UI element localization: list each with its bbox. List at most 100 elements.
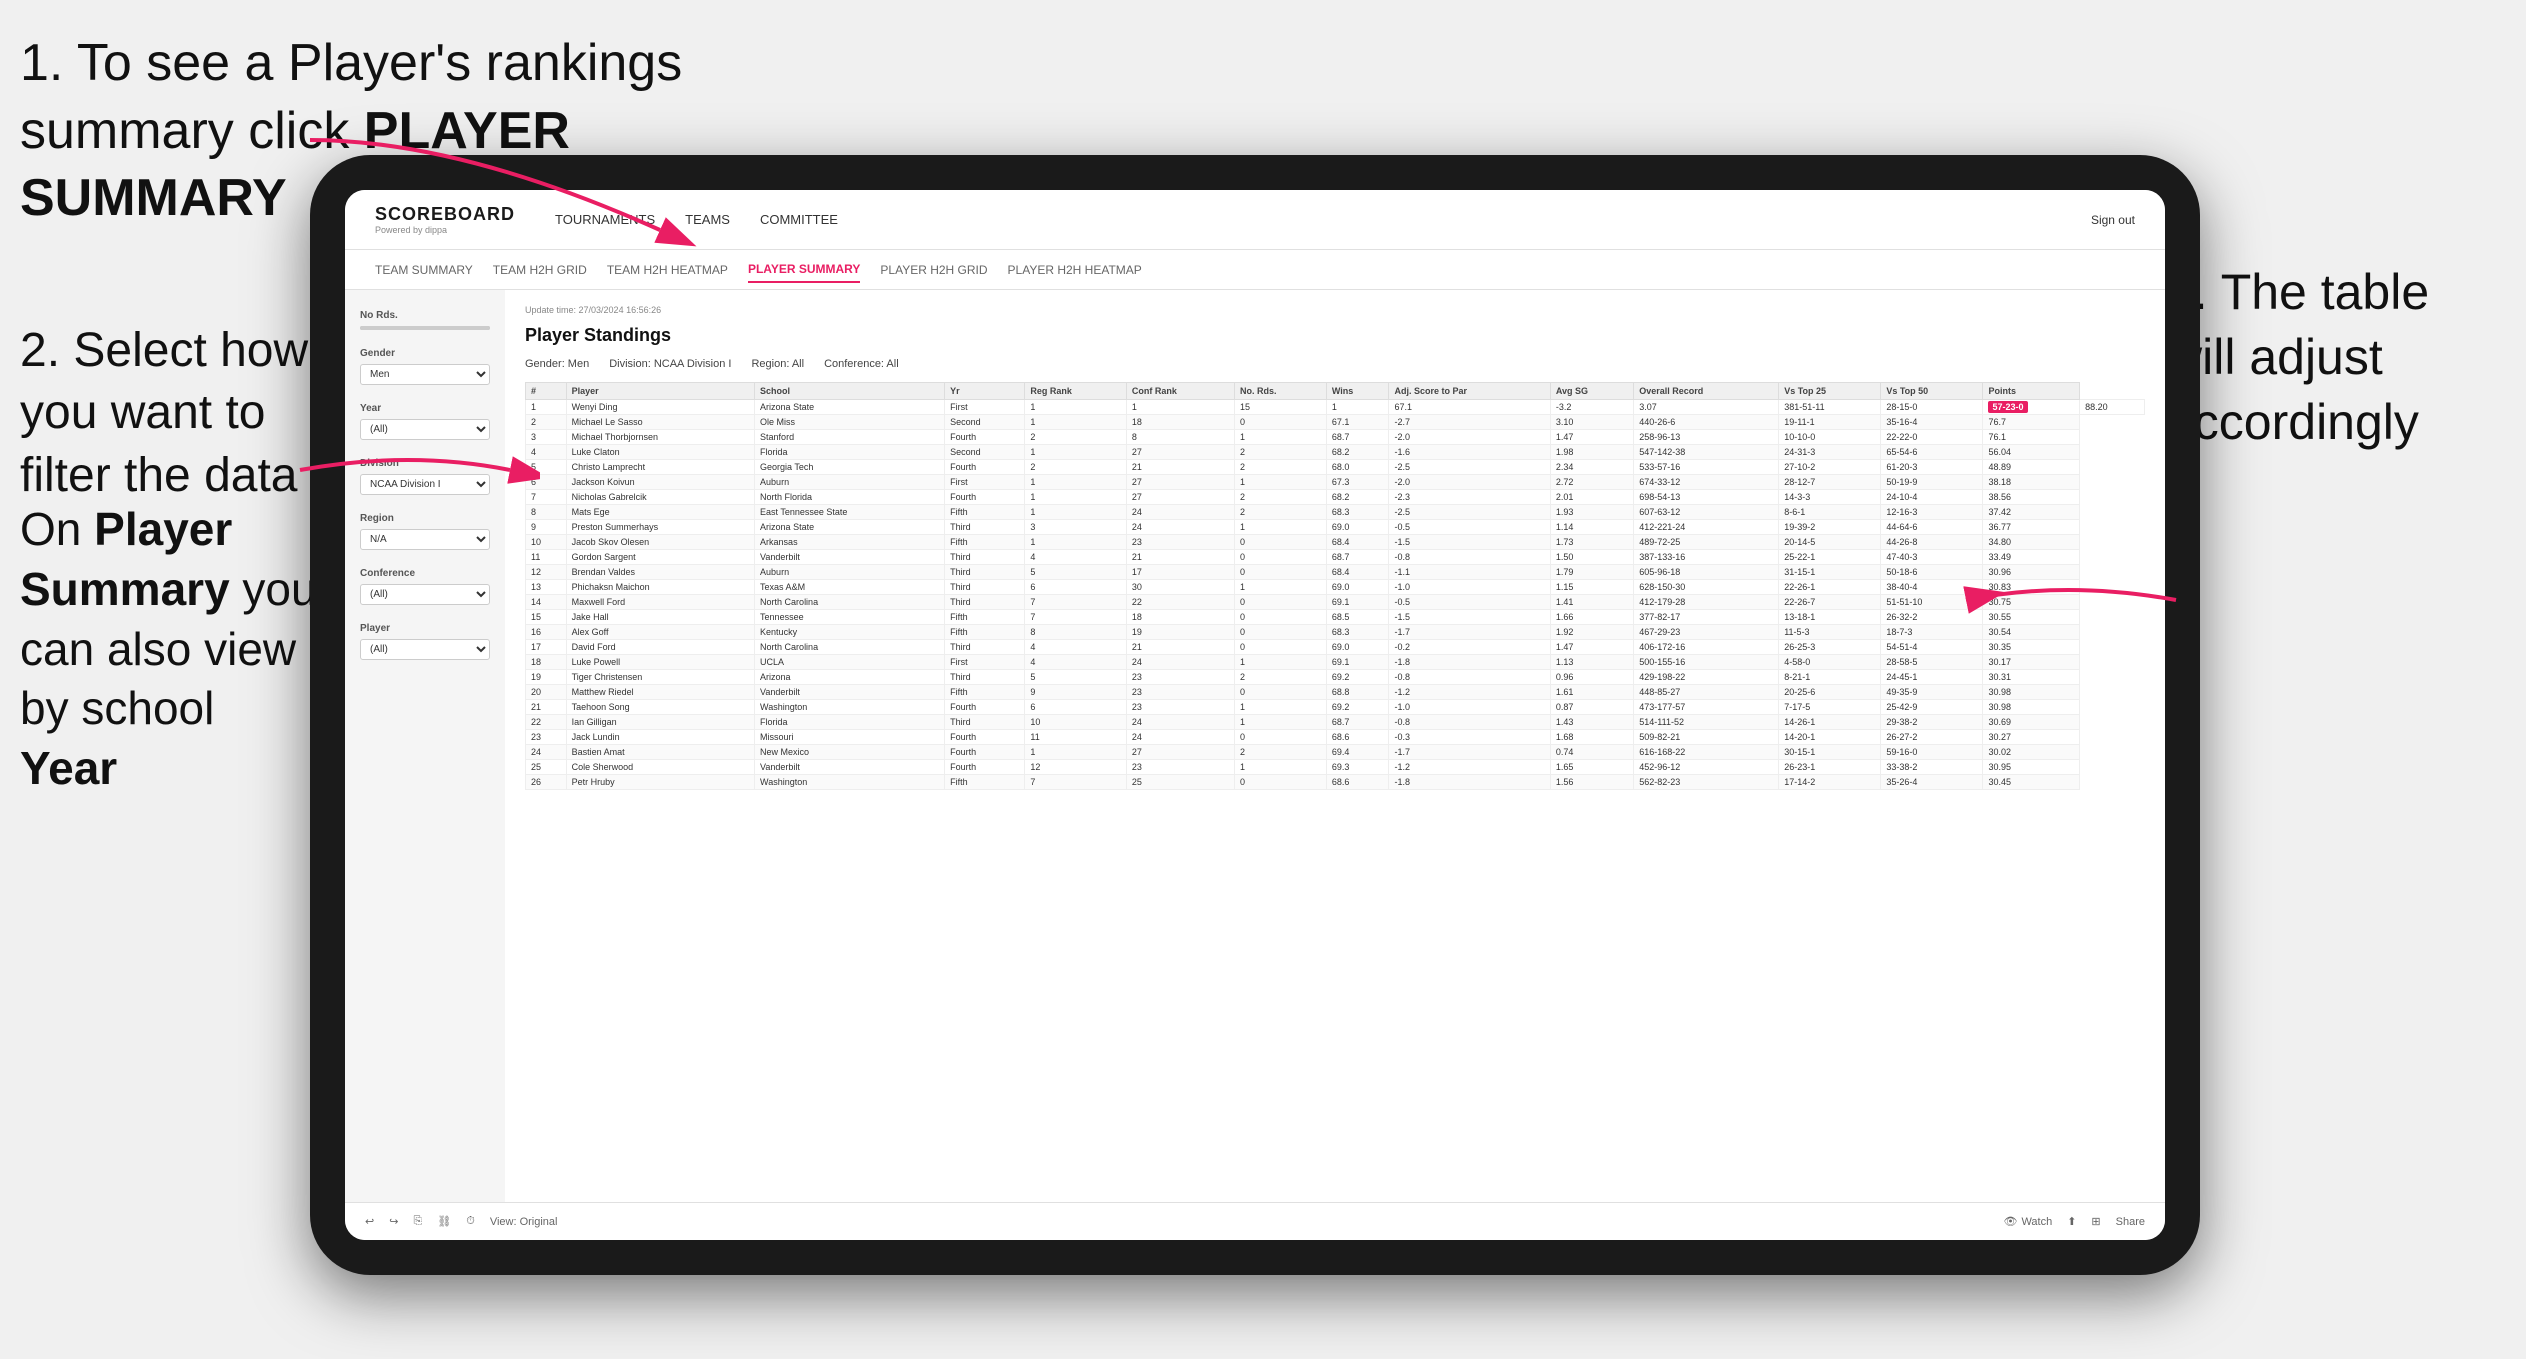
share-btn[interactable]: Share <box>2116 1216 2145 1228</box>
table-cell: -1.7 <box>1389 745 1550 760</box>
table-cell: 69.0 <box>1326 580 1389 595</box>
table-cell: 23 <box>1126 535 1234 550</box>
table-cell: 1 <box>1025 445 1126 460</box>
table-cell: 30-15-1 <box>1779 745 1881 760</box>
table-cell: 448-85-27 <box>1634 685 1779 700</box>
sign-out-link[interactable]: Sign out <box>2091 213 2135 227</box>
table-cell: 28-58-5 <box>1881 655 1983 670</box>
table-cell: 2 <box>1235 505 1327 520</box>
table-cell: 1 <box>1025 535 1126 550</box>
table-cell: Fourth <box>945 760 1025 775</box>
table-cell: 1 <box>1235 520 1327 535</box>
no-rds-slider[interactable] <box>360 326 490 330</box>
table-cell: -1.8 <box>1389 655 1550 670</box>
table-cell: 10 <box>1025 715 1126 730</box>
undo-btn[interactable]: ↩ <box>365 1215 374 1228</box>
table-cell: 2 <box>1025 460 1126 475</box>
table-cell: Fifth <box>945 505 1025 520</box>
view-original-btn[interactable]: View: Original <box>490 1216 558 1228</box>
table-cell: 30 <box>1126 580 1234 595</box>
table-cell: Fifth <box>945 775 1025 790</box>
table-cell: 69.0 <box>1326 520 1389 535</box>
table-row: 17David FordNorth CarolinaThird421069.0-… <box>526 640 2145 655</box>
table-cell: 14-20-1 <box>1779 730 1881 745</box>
conference-select[interactable]: (All) <box>360 584 490 605</box>
table-cell: 30.98 <box>1983 700 2080 715</box>
table-cell: 1.68 <box>1550 730 1633 745</box>
table-cell: 7 <box>1025 610 1126 625</box>
gender-select[interactable]: Men <box>360 364 490 385</box>
table-cell: 69.1 <box>1326 655 1389 670</box>
table-cell: Brendan Valdes <box>566 565 754 580</box>
table-cell: 4 <box>1025 550 1126 565</box>
table-cell: 1.93 <box>1550 505 1633 520</box>
table-row: 8Mats EgeEast Tennessee StateFifth124268… <box>526 505 2145 520</box>
table-row: 18Luke PowellUCLAFirst424169.1-1.81.1350… <box>526 655 2145 670</box>
table-cell: 68.3 <box>1326 625 1389 640</box>
table-cell: 8 <box>1126 430 1234 445</box>
table-cell: 674-33-12 <box>1634 475 1779 490</box>
table-cell: 19-11-1 <box>1779 415 1881 430</box>
table-cell: -2.7 <box>1389 415 1550 430</box>
player-select[interactable]: (All) <box>360 639 490 660</box>
table-cell: 9 <box>526 520 567 535</box>
copy-btn[interactable]: ⎘ <box>413 1215 422 1228</box>
table-cell: 68.7 <box>1326 550 1389 565</box>
table-cell: Arizona State <box>755 520 945 535</box>
table-cell: Auburn <box>755 475 945 490</box>
table-cell: Florida <box>755 445 945 460</box>
export-btn[interactable]: ⬆ <box>2067 1215 2076 1228</box>
table-cell: 25-22-1 <box>1779 550 1881 565</box>
table-cell: North Carolina <box>755 595 945 610</box>
table-row: 10Jacob Skov OlesenArkansasFifth123068.4… <box>526 535 2145 550</box>
col-vs-top-25: Vs Top 25 <box>1779 383 1881 400</box>
table-cell: Wenyi Ding <box>566 400 754 415</box>
table-cell: Fourth <box>945 700 1025 715</box>
table-cell: 0.74 <box>1550 745 1633 760</box>
col-wins: Wins <box>1326 383 1389 400</box>
table-cell: 68.2 <box>1326 445 1389 460</box>
table-cell: Florida <box>755 715 945 730</box>
subnav-player-summary[interactable]: PLAYER SUMMARY <box>748 257 860 283</box>
table-cell: 65-54-6 <box>1881 445 1983 460</box>
table-cell: Alex Goff <box>566 625 754 640</box>
annotation-2: 2. Select how you want to filter the dat… <box>20 320 310 507</box>
table-cell: 13-18-1 <box>1779 610 1881 625</box>
table-cell: 38.18 <box>1983 475 2080 490</box>
watch-btn[interactable]: 👁 Watch <box>2003 1215 2052 1228</box>
table-cell: 8-21-1 <box>1779 670 1881 685</box>
table-cell: 23 <box>1126 760 1234 775</box>
table-cell: -1.7 <box>1389 625 1550 640</box>
table-cell: 27 <box>1126 745 1234 760</box>
table-cell: Matthew Riedel <box>566 685 754 700</box>
grid-btn[interactable]: ⊞ <box>2091 1215 2100 1228</box>
col-player: Player <box>566 383 754 400</box>
subnav-player-h2h-heatmap[interactable]: PLAYER H2H HEATMAP <box>1008 258 1142 282</box>
table-cell: 258-96-13 <box>1634 430 1779 445</box>
table-cell: 23 <box>1126 700 1234 715</box>
table-cell: 2 <box>1235 670 1327 685</box>
table-cell: 0 <box>1235 535 1327 550</box>
table-cell: Fifth <box>945 685 1025 700</box>
table-cell: 0.87 <box>1550 700 1633 715</box>
table-cell: Jacob Skov Olesen <box>566 535 754 550</box>
table-cell: 24-31-3 <box>1779 445 1881 460</box>
nav-item-committee[interactable]: COMMITTEE <box>760 207 838 232</box>
table-cell: First <box>945 475 1025 490</box>
table-cell: Third <box>945 715 1025 730</box>
table-cell: 605-96-18 <box>1634 565 1779 580</box>
annotation-2-text: 2. Select how you want to filter the dat… <box>20 324 308 502</box>
table-cell: 67.3 <box>1326 475 1389 490</box>
table-cell: 1 <box>1235 700 1327 715</box>
table-cell: 1.14 <box>1550 520 1633 535</box>
region-select[interactable]: N/A <box>360 529 490 550</box>
table-row: 5Christo LamprechtGeorgia TechFourth2212… <box>526 460 2145 475</box>
subnav-player-h2h-grid[interactable]: PLAYER H2H GRID <box>880 258 987 282</box>
redo-btn[interactable]: ↪ <box>389 1215 398 1228</box>
clock-btn[interactable]: ⏱ <box>466 1215 475 1228</box>
table-cell: Maxwell Ford <box>566 595 754 610</box>
table-cell: 377-82-17 <box>1634 610 1779 625</box>
table-cell: North Florida <box>755 490 945 505</box>
link-btn[interactable]: ⛓ <box>437 1215 451 1228</box>
table-cell: -1.8 <box>1389 775 1550 790</box>
